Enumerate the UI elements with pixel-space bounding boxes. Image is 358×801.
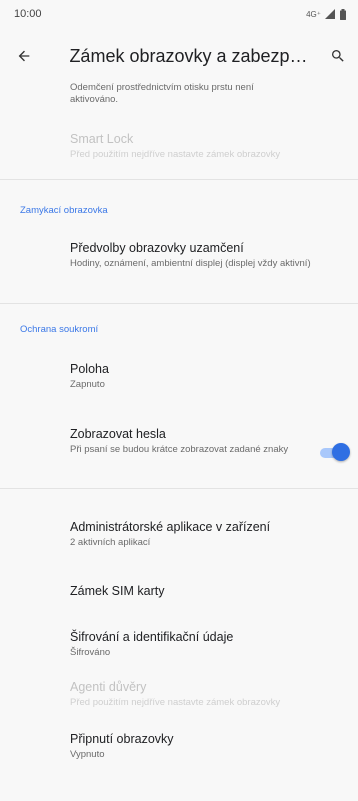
encryption-summary: Šifrováno xyxy=(70,647,111,658)
encryption-item[interactable]: Šifrování a identifikační údaje Šifrován… xyxy=(70,629,342,659)
location-title: Poloha xyxy=(70,362,109,376)
screen-pinning-item[interactable]: Připnutí obrazovky Vypnuto xyxy=(70,731,342,761)
divider xyxy=(0,179,358,180)
encryption-title: Šifrování a identifikační údaje xyxy=(70,630,234,644)
smart-lock-summary: Před použitím nejdříve nastavte zámek ob… xyxy=(70,149,281,160)
sim-lock-item[interactable]: Zámek SIM karty xyxy=(70,583,342,599)
status-icons: 4G⁺ xyxy=(306,8,346,20)
device-admin-summary: 2 aktivních aplikací xyxy=(70,537,151,548)
toggle-thumb xyxy=(332,443,350,461)
smart-lock-item[interactable]: Smart Lock Před použitím nejdříve nastav… xyxy=(70,131,342,161)
lock-prefs-title: Předvolby obrazovky uzamčení xyxy=(70,241,244,255)
device-admin-title: Administrátorské aplikace v zařízení xyxy=(70,520,271,534)
smart-lock-title: Smart Lock xyxy=(70,132,134,146)
page-title: Zámek obrazovky a zabezpeč... xyxy=(69,45,317,66)
screen-pinning-summary: Vypnuto xyxy=(70,749,105,760)
status-bar: 10:00 4G⁺ xyxy=(0,0,358,28)
location-item[interactable]: Poloha Zapnuto xyxy=(70,361,342,391)
category-lock-screen: Zamykací obrazovka xyxy=(20,205,108,216)
divider xyxy=(0,488,358,489)
back-button[interactable] xyxy=(0,32,47,80)
show-passwords-title: Zobrazovat hesla xyxy=(70,427,166,441)
search-button[interactable] xyxy=(318,36,358,76)
fingerprint-summary: Odemčení prostřednictvím otisku prstu ne… xyxy=(70,82,254,105)
divider xyxy=(0,303,358,304)
status-time: 10:00 xyxy=(14,8,42,20)
category-privacy: Ochrana soukromí xyxy=(20,324,99,335)
lock-screen-preferences-item[interactable]: Předvolby obrazovky uzamčení Hodiny, ozn… xyxy=(70,240,342,270)
search-icon xyxy=(332,50,344,62)
show-passwords-item[interactable]: Zobrazovat hesla Při psaní se budou krát… xyxy=(70,426,310,456)
app-bar: Zámek obrazovky a zabezpeč... xyxy=(0,30,358,82)
signal-icon xyxy=(325,9,335,19)
screen-pinning-title: Připnutí obrazovky xyxy=(70,732,174,746)
trust-agents-summary: Před použitím nejdříve nastavte zámek ob… xyxy=(70,697,281,708)
device-admin-apps-item[interactable]: Administrátorské aplikace v zařízení 2 a… xyxy=(70,519,342,549)
sim-lock-title: Zámek SIM karty xyxy=(70,584,165,598)
arrow-back-icon xyxy=(18,50,30,62)
show-passwords-toggle[interactable] xyxy=(318,443,352,463)
show-passwords-summary: Při psaní se budou krátce zobrazovat zad… xyxy=(70,444,289,455)
network-type-label: 4G⁺ xyxy=(306,9,321,19)
trust-agents-item[interactable]: Agenti důvěry Před použitím nejdříve nas… xyxy=(70,679,342,709)
location-summary: Zapnuto xyxy=(70,379,105,390)
fingerprint-item[interactable]: Odemčení prostřednictvím otisku prstu ne… xyxy=(70,80,342,106)
lock-prefs-summary: Hodiny, oznámení, ambientní displej (dis… xyxy=(70,258,311,269)
battery-icon xyxy=(340,8,346,20)
trust-agents-title: Agenti důvěry xyxy=(70,680,147,694)
